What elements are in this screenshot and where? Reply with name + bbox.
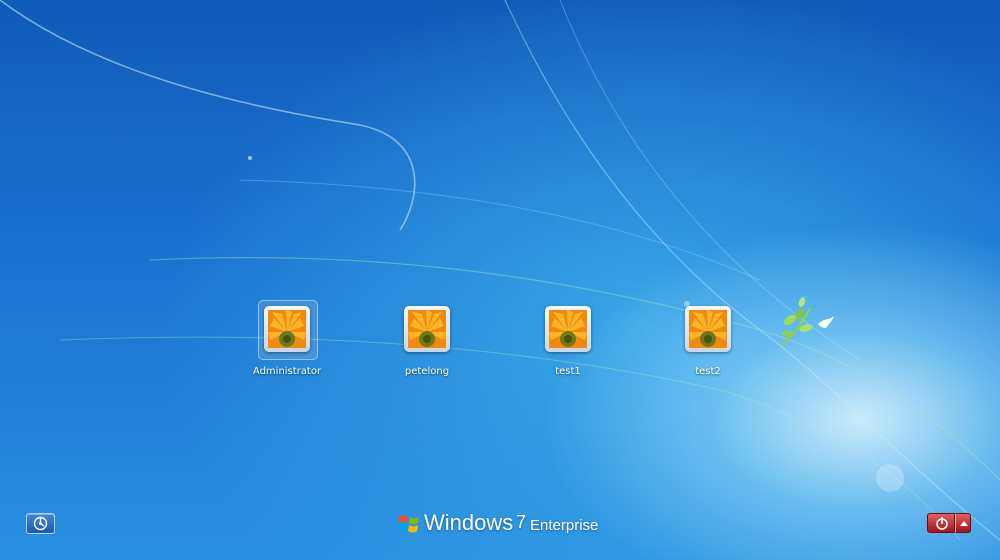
chevron-up-icon <box>960 521 968 526</box>
user-tile-test2[interactable]: test2 <box>653 304 763 384</box>
brand-product: Windows <box>424 510 514 535</box>
user-avatar-frame <box>264 306 310 352</box>
user-avatar-frame <box>404 306 450 352</box>
shutdown-control <box>927 513 971 533</box>
brand-edition: Enterprise <box>530 517 599 534</box>
shutdown-button[interactable] <box>927 513 955 533</box>
user-name-label: Administrator <box>252 366 322 377</box>
ease-of-access-button[interactable] <box>26 513 55 534</box>
user-avatar-frame <box>685 306 731 352</box>
brand-version: 7 <box>516 512 527 532</box>
user-name-label: test2 <box>695 366 721 377</box>
shutdown-options-button[interactable] <box>955 513 971 533</box>
user-name-label: petelong <box>404 366 450 377</box>
user-tile-petelong[interactable]: petelong <box>372 304 482 384</box>
user-tile-test1[interactable]: test1 <box>513 304 623 384</box>
flower-avatar-icon <box>689 310 727 348</box>
windows-logo-icon <box>398 515 419 533</box>
user-tile-administrator[interactable]: Administrator <box>232 300 342 384</box>
dove-branch-decoration <box>781 297 834 345</box>
user-avatar-frame <box>545 306 591 352</box>
power-icon <box>936 517 948 530</box>
user-name-label: test1 <box>555 366 581 377</box>
background-light-streaks <box>0 0 1000 541</box>
flower-avatar-icon <box>549 310 587 348</box>
flower-avatar-icon <box>408 310 446 348</box>
ease-of-access-icon <box>33 516 48 531</box>
flower-avatar-icon <box>268 310 306 348</box>
